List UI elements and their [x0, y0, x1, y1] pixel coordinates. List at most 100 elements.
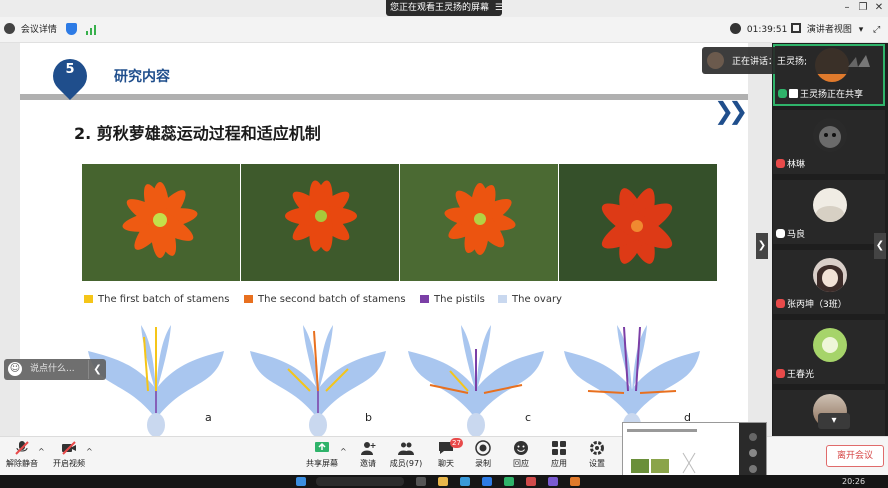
emoji-icon[interactable]: ☺: [8, 362, 22, 376]
members-label: 成员(97): [389, 459, 423, 468]
shared-screen: 5 研究内容 2. 剪秋萝雄蕊运动过程和适应机制 ❯❯ The first ba…: [0, 43, 772, 436]
timer-value: 01:39:51: [746, 25, 788, 35]
app-icon[interactable]: [526, 477, 536, 486]
legend-swatch: [84, 295, 93, 303]
audio-level-icon: [848, 55, 870, 67]
legend-item: The first batch of stamens: [84, 293, 229, 307]
legend-label: The second batch of stamens: [258, 294, 406, 305]
avatar: [707, 52, 724, 69]
meeting-window: 您正在观看王灵扬的屏幕 ☰ – ❐ ✕ 会议详情 01:39:51 演讲者视图 …: [0, 0, 888, 488]
legend-item: The second batch of stamens: [244, 293, 406, 307]
meeting-info-button[interactable]: 会议详情: [4, 23, 57, 37]
file-explorer-icon[interactable]: [438, 477, 448, 486]
avatar: [813, 258, 847, 292]
start-video-button[interactable]: 开启视频: [47, 440, 91, 469]
mic-options-caret[interactable]: ^: [38, 447, 45, 456]
participant-name: 马良: [776, 229, 805, 241]
clock-icon: [730, 23, 741, 34]
share-screen-label: 共享屏幕: [306, 459, 338, 468]
browser-icon[interactable]: [460, 477, 470, 486]
window-title-bar: 您正在观看王灵扬的屏幕 ☰ – ❐ ✕: [0, 0, 888, 17]
share-screen-icon: [789, 89, 798, 98]
wechat-icon[interactable]: [504, 477, 514, 486]
avatar: [813, 118, 847, 152]
slide-header-band: [20, 94, 748, 100]
mic-muted-icon: [15, 441, 29, 455]
restore-icon[interactable]: ❐: [856, 1, 870, 15]
settings-label: 设置: [589, 459, 605, 468]
view-mode-button[interactable]: 演讲者视图 ▾: [791, 23, 863, 37]
participant-name: 王灵扬正在共享: [778, 89, 863, 101]
app-icon[interactable]: [548, 477, 558, 486]
grid-icon: [791, 23, 801, 33]
participant-tile[interactable]: 林琳: [773, 110, 885, 174]
mic-icon: [778, 89, 787, 98]
slide: 5 研究内容 2. 剪秋萝雄蕊运动过程和适应机制 ❯❯ The first ba…: [20, 43, 748, 436]
banner-text: 您正在观看王灵扬的屏幕: [390, 3, 490, 13]
video-options-caret[interactable]: ^: [86, 447, 93, 456]
diagram-label-c: c: [525, 411, 532, 424]
panel-expand-arrow[interactable]: ❯: [756, 233, 768, 259]
meeting-timer: 01:39:51: [730, 23, 787, 37]
chevron-left-icon[interactable]: ❮: [88, 360, 106, 379]
flower-photo-2: [241, 164, 399, 281]
panel-collapse-arrow[interactable]: ❮: [874, 233, 886, 259]
chevron-down-icon[interactable]: ▾: [818, 413, 850, 429]
legend-label: The pistils: [434, 294, 485, 305]
screen-share-banner[interactable]: 您正在观看王灵扬的屏幕 ☰: [386, 0, 502, 16]
participant-name: 王春光: [776, 369, 814, 381]
participant-name: 林琳: [776, 159, 805, 171]
legend-item: The pistils: [420, 293, 485, 307]
app-icon[interactable]: [570, 477, 580, 486]
fullscreen-icon[interactable]: ⤢: [873, 23, 880, 37]
close-icon[interactable]: ✕: [872, 1, 886, 15]
participant-tile[interactable]: 马良: [773, 180, 885, 244]
participant-tile[interactable]: 王春光: [773, 320, 885, 384]
avatar: [813, 328, 847, 362]
info-icon: [4, 23, 15, 34]
gear-icon: [590, 441, 604, 455]
avatar: [813, 188, 847, 222]
speaking-indicator: 正在讲话：王灵扬;: [702, 47, 874, 74]
apps-grid-icon: [552, 441, 566, 455]
add-user-icon: [361, 442, 376, 455]
flower-photo-3: [400, 164, 558, 281]
legend-swatch: [420, 295, 429, 303]
view-mode-label: 演讲者视图: [806, 25, 852, 35]
participant-tile[interactable]: 张丙坤（3班）: [773, 250, 885, 314]
flower-diagram-d: [564, 325, 700, 436]
diagram-label-a: a: [205, 411, 212, 424]
participant-name: 张丙坤（3班）: [776, 299, 847, 311]
slide-title: 2. 剪秋萝雄蕊运动过程和适应机制: [74, 124, 321, 143]
section-title: 研究内容: [114, 69, 170, 85]
section-number: 5: [65, 62, 75, 77]
minimize-icon[interactable]: –: [840, 1, 854, 15]
mic-muted-icon: [776, 369, 785, 378]
diagram-label-b: b: [365, 411, 372, 424]
meeting-app-icon[interactable]: [482, 477, 492, 486]
unmute-label: 解除静音: [6, 459, 38, 468]
smile-icon: [514, 441, 528, 455]
meeting-info-label: 会议详情: [20, 25, 57, 35]
settings-button[interactable]: 设置: [575, 440, 619, 469]
members-button[interactable]: 成员(97): [384, 440, 428, 469]
camera-off-icon: [62, 441, 76, 455]
taskbar-clock: 20:26: [842, 477, 866, 486]
windows-start-icon[interactable]: [296, 477, 306, 486]
taskbar-search[interactable]: [316, 477, 404, 486]
flower-photo-4: [559, 164, 717, 281]
shield-icon[interactable]: [66, 23, 77, 35]
speaking-text: 正在讲话：王灵扬;: [732, 57, 808, 67]
flower-photo-1: [82, 164, 240, 281]
legend-label: The ovary: [512, 294, 562, 305]
leave-meeting-button[interactable]: 离开会议: [826, 445, 884, 467]
share-screen-button[interactable]: 共享屏幕: [300, 440, 344, 469]
mic-muted-icon: [776, 299, 785, 308]
legend-swatch: [498, 295, 507, 303]
chat-quick-input[interactable]: ☺ 说点什么... ❮: [4, 359, 106, 380]
share-screen-icon: [315, 442, 329, 452]
banner-menu-icon: ☰: [494, 3, 502, 13]
double-chevron-icon: ❯❯: [714, 97, 748, 125]
task-view-icon[interactable]: [416, 477, 426, 486]
os-taskbar: 20:26: [0, 475, 888, 488]
